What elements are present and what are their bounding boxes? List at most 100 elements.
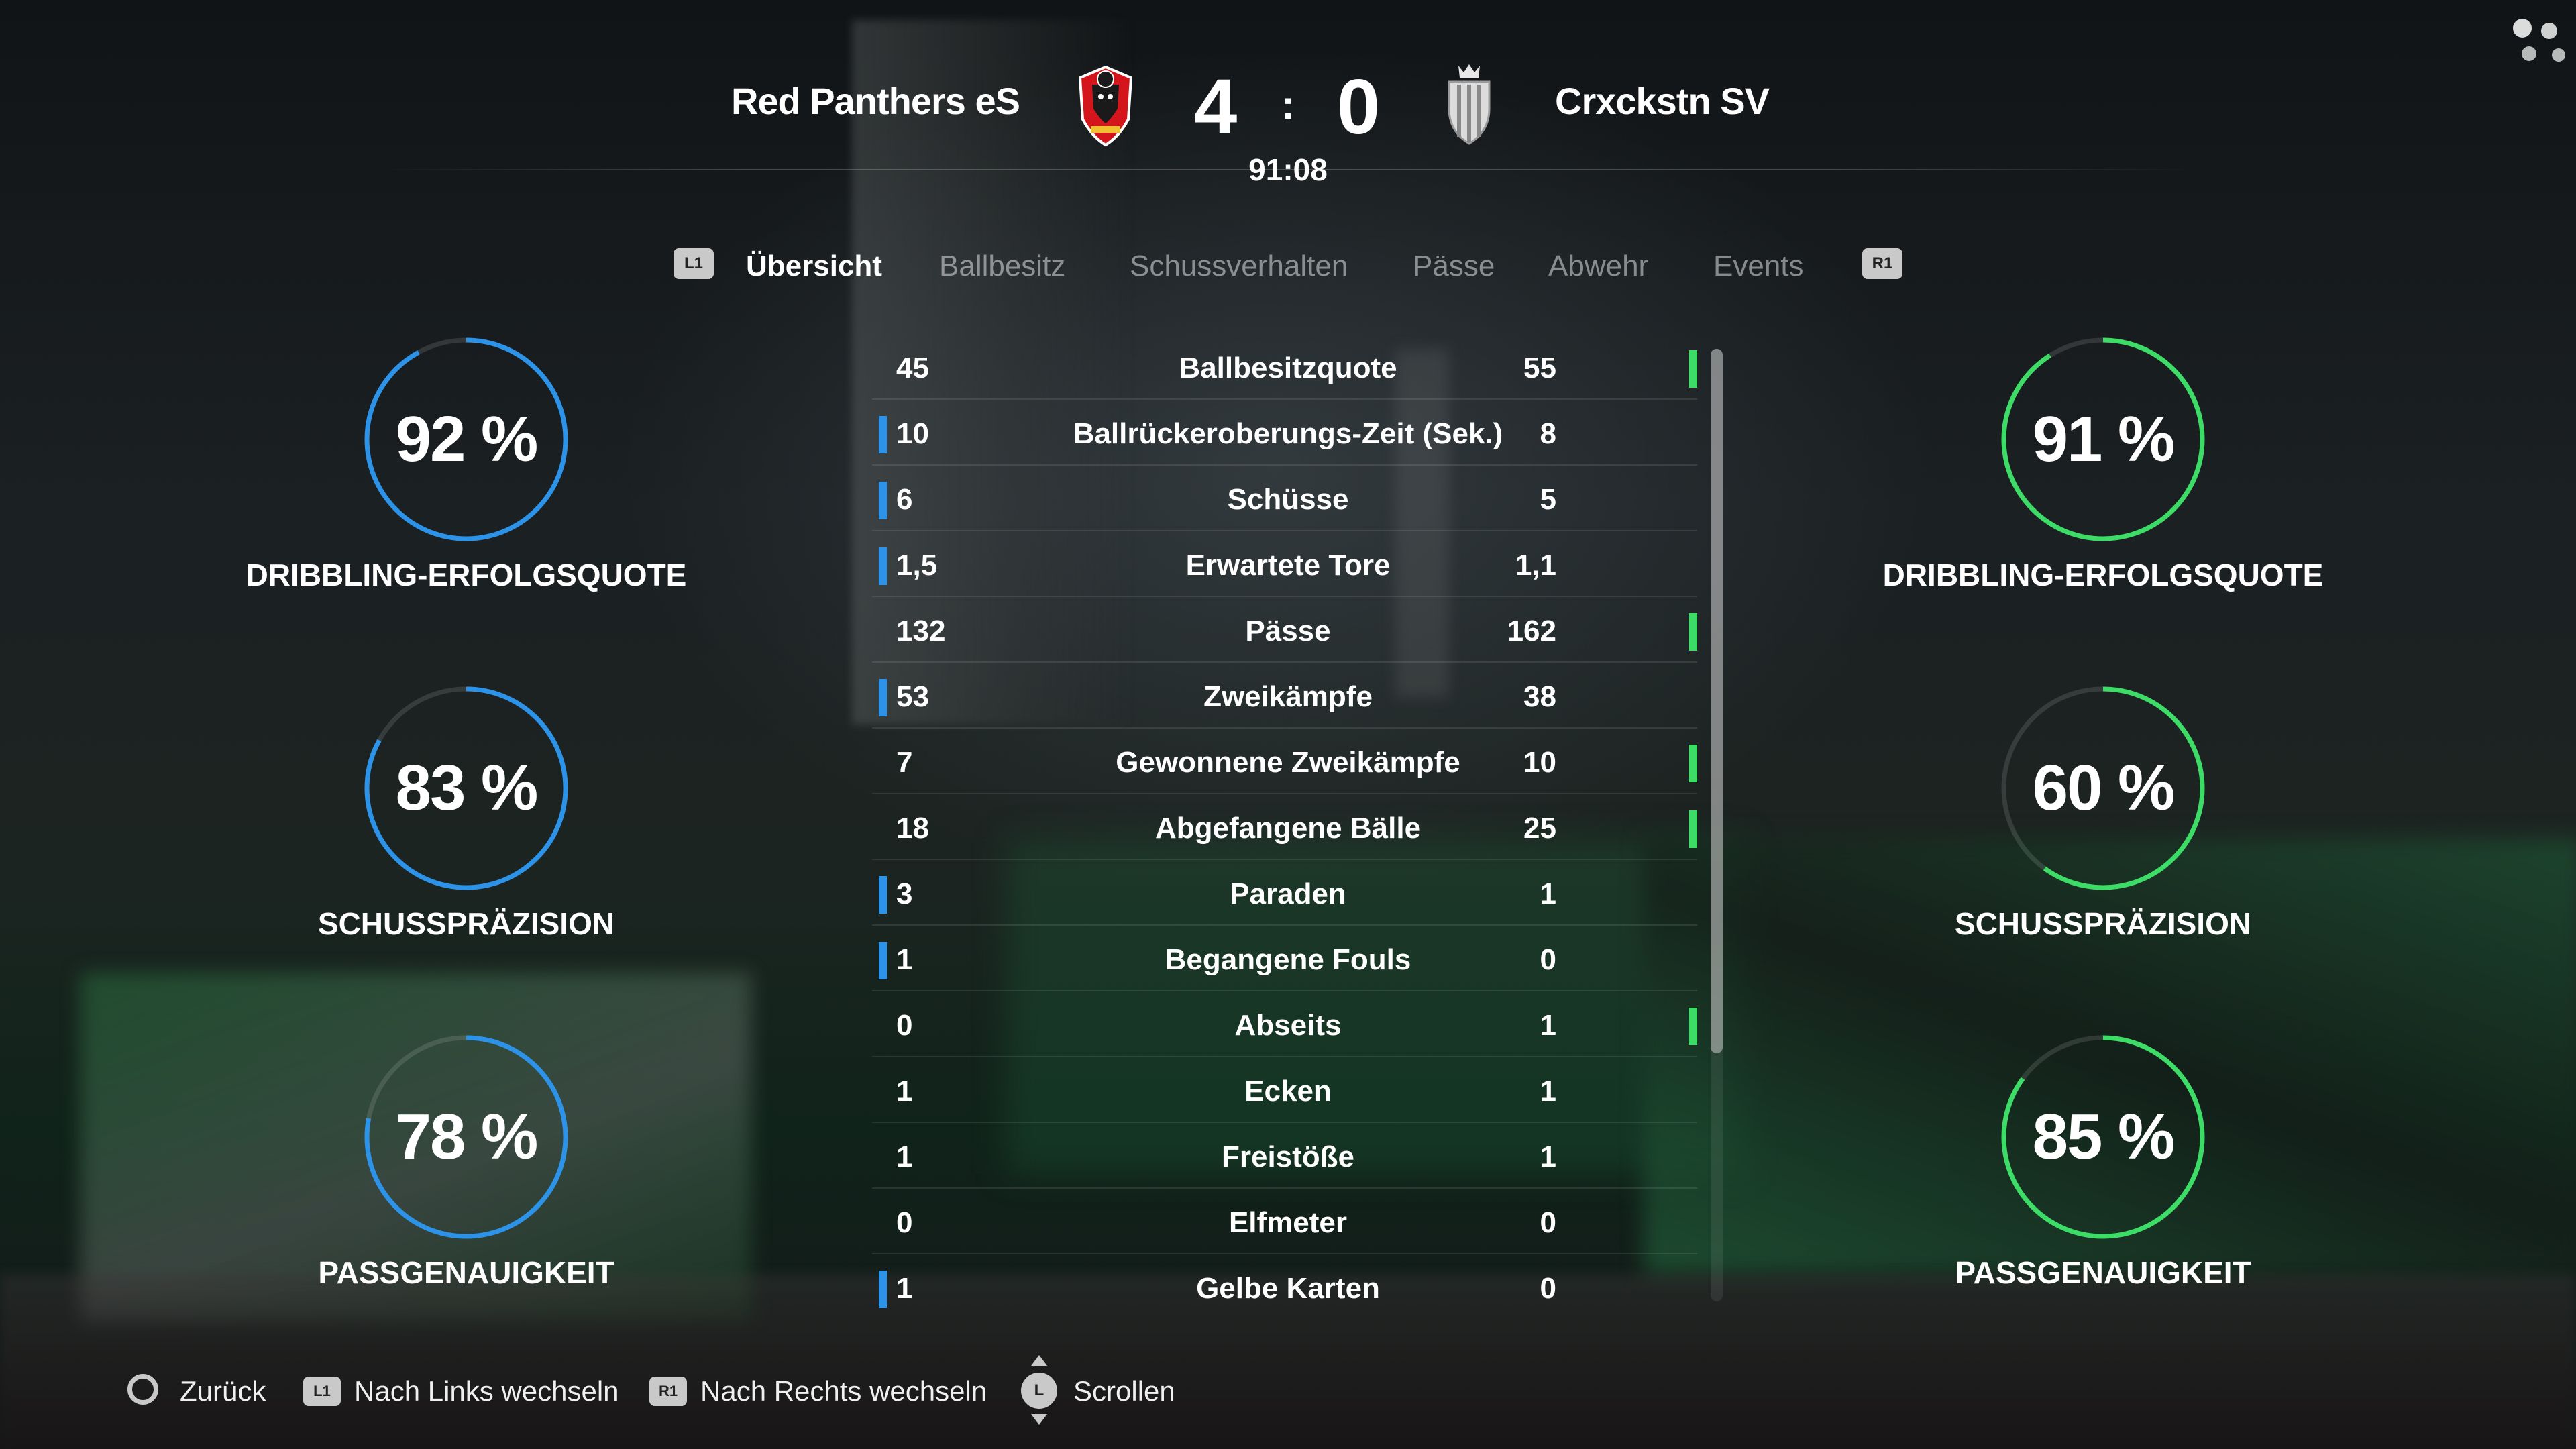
tab-ballbesitz[interactable]: Ballbesitz [939,250,1065,283]
home-leader-bar [879,679,887,716]
ring-label: SCHUSSPRÄZISION [1954,906,2252,941]
stat-row: 45 Ballbesitzquote 55 [872,334,1697,400]
stat-row: 53 Zweikämpfe 38 [872,663,1697,729]
stat-label: Gewonnene Zweikämpfe [1116,746,1460,779]
crowned-shield-crest-icon [1448,64,1491,145]
tab-abwehr[interactable]: Abwehr [1548,250,1648,283]
ring-value: 60 % [2032,752,2176,824]
ring-label: PASSGENAUIGKEIT [1955,1255,2251,1290]
away-ring-pass-accuracy: 85 % PASSGENAUIGKEIT [1838,1033,2348,1335]
stat-label: Gelbe Karten [1196,1272,1380,1305]
stat-label: Erwartete Tore [1185,549,1391,582]
ring-label: SCHUSSPRÄZISION [317,906,615,941]
home-stat-value: 1 [896,943,913,976]
hint-switch-left-label: Nach Links wechseln [354,1375,619,1407]
away-leader-bar [1689,745,1697,782]
red-panther-crest-icon [1078,65,1133,147]
stat-row: 3 Paraden 1 [872,860,1697,926]
circle-button-icon [127,1374,158,1405]
stat-row: 6 Schüsse 5 [872,466,1697,531]
stat-row: 0 Elfmeter 0 [872,1189,1697,1254]
home-stat-value: 45 [896,352,929,384]
stat-label: Abseits [1234,1009,1342,1042]
stats-tab-bar: L1 Übersicht Ballbesitz Schussverhalten … [0,248,2576,288]
r1-button-icon: R1 [649,1377,687,1406]
home-leader-bar [879,876,887,914]
arrow-up-icon [1031,1355,1047,1366]
stat-label: Pässe [1245,614,1331,647]
home-stat-value: 10 [896,417,929,450]
ring-label: PASSGENAUIGKEIT [318,1255,614,1290]
stat-row: 1 Freistöße 1 [872,1123,1697,1189]
away-score: 0 [1336,63,1381,150]
home-stat-value: 0 [896,1009,913,1042]
ring-value: 91 % [2032,403,2176,475]
stat-row: 1 Ecken 1 [872,1057,1697,1123]
away-stat-value: 162 [1507,614,1556,647]
home-stat-value: 0 [896,1206,913,1239]
stat-label: Ballbesitzquote [1179,352,1397,384]
l1-button-icon: L1 [303,1377,341,1406]
home-stat-value: 53 [896,680,929,713]
away-stat-value: 0 [1540,943,1556,976]
stat-row: 1 Gelbe Karten 0 [872,1254,1697,1320]
ring-value: 83 % [395,752,539,824]
stat-label: Ballrückeroberungs-Zeit (Sek.) [1073,417,1503,450]
away-stat-value: 1 [1540,877,1556,910]
home-stat-value: 3 [896,877,913,910]
ring-label: DRIBBLING-ERFOLGSQUOTE [1882,557,2324,592]
away-leader-bar [1689,350,1697,388]
stats-scrollbar-thumb[interactable] [1711,349,1723,1053]
away-stat-value: 0 [1540,1272,1556,1305]
tab-uebersicht[interactable]: Übersicht [746,250,882,283]
stat-row: 1,5 Erwartete Tore 1,1 [872,531,1697,597]
r1-button-icon[interactable]: R1 [1862,248,1902,279]
away-ring-dribbling: 91 % DRIBBLING-ERFOLGSQUOTE [1838,335,2348,637]
ring-label: DRIBBLING-ERFOLGSQUOTE [246,557,687,592]
home-leader-bar [879,942,887,979]
tab-events[interactable]: Events [1713,250,1804,283]
away-stat-value: 1 [1540,1140,1556,1173]
away-leader-bar [1689,613,1697,651]
stat-row: 18 Abgefangene Bälle 25 [872,794,1697,860]
stat-row: 0 Abseits 1 [872,991,1697,1057]
home-ring-shot-accuracy: 83 % SCHUSSPRÄZISION [201,684,711,986]
l1-button-icon[interactable]: L1 [674,248,714,279]
score-separator: : [1281,83,1295,127]
away-stat-value: 5 [1540,483,1556,516]
home-stat-value: 1 [896,1272,913,1305]
home-ring-dribbling: 92 % DRIBBLING-ERFOLGSQUOTE [201,335,711,637]
home-leader-bar [879,547,887,585]
stat-label: Abgefangene Bälle [1155,812,1421,845]
tab-paesse[interactable]: Pässe [1413,250,1495,283]
home-stat-value: 132 [896,614,946,647]
home-team-name: Red Panthers eS [731,80,1020,122]
stat-label: Zweikämpfe [1203,680,1373,713]
home-ring-pass-accuracy: 78 % PASSGENAUIGKEIT [201,1033,711,1335]
ring-value: 85 % [2032,1101,2176,1173]
home-stat-value: 7 [896,746,913,779]
home-stat-value: 18 [896,812,929,845]
away-stat-value: 0 [1540,1206,1556,1239]
away-leader-bar [1689,810,1697,848]
stadium-light-icon [2513,19,2565,62]
home-leader-bar [879,482,887,519]
away-stat-value: 10 [1523,746,1556,779]
away-ring-shot-accuracy: 60 % SCHUSSPRÄZISION [1838,684,2348,986]
stat-label: Freistöße [1221,1140,1355,1173]
stats-table[interactable]: 45 Ballbesitzquote 55 10 Ballrückeroberu… [872,334,1704,1313]
hint-scroll-label: Scrollen [1073,1375,1175,1407]
home-score: 4 [1193,63,1238,150]
stat-label: Schüsse [1227,483,1349,516]
stat-label: Elfmeter [1228,1206,1348,1239]
away-stat-value: 1 [1540,1075,1556,1108]
away-stat-value: 8 [1540,417,1556,450]
stat-row: 10 Ballrückeroberungs-Zeit (Sek.) 8 [872,400,1697,466]
ring-value: 92 % [395,403,539,475]
home-leader-bar [879,1271,887,1308]
stat-label: Begangene Fouls [1165,943,1411,976]
home-stat-value: 1,5 [896,549,938,582]
away-stat-value: 38 [1523,680,1556,713]
home-stat-value: 1 [896,1075,913,1108]
tab-schussverhalten[interactable]: Schussverhalten [1130,250,1348,283]
